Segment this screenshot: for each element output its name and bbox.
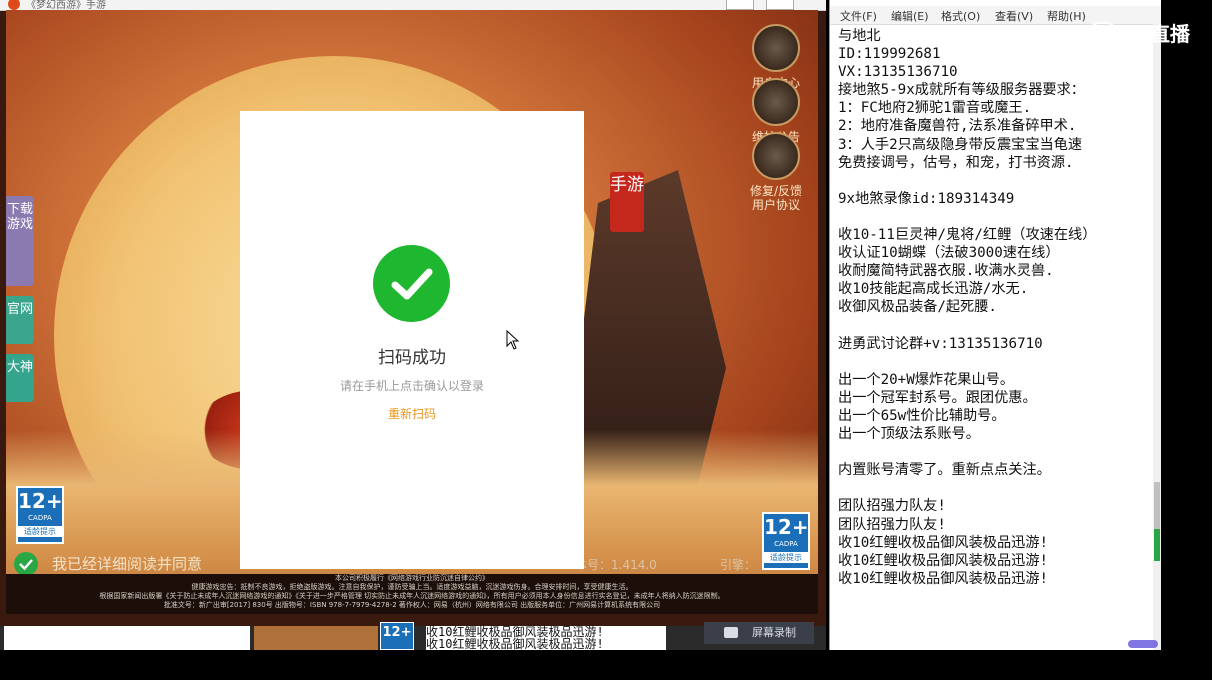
taskbar-cadpa-badge: 12+ [380, 622, 414, 650]
repair-feedback-button[interactable]: 修复/反馈 [748, 132, 804, 199]
close-button[interactable] [766, 0, 794, 10]
official-site-tab[interactable]: 官网 [6, 296, 34, 344]
user-agreement-button[interactable]: 用户协议 [748, 196, 804, 213]
menu-file[interactable]: 文件(F) [840, 8, 877, 24]
scan-confirm-hint: 请在手机上点击确认以登录 [339, 379, 484, 393]
success-check-icon [373, 245, 450, 322]
stream-logo: 直播 [1090, 18, 1200, 46]
dashen-tab[interactable]: 大神 [6, 354, 34, 402]
taskbar-notepad-preview[interactable]: 收10红鲤收极品御风装极品迅游! 收10红鲤收极品御风装极品迅游! [426, 626, 666, 650]
menu-edit[interactable]: 编辑(E) [891, 8, 929, 24]
menu-view[interactable]: 查看(V) [995, 8, 1033, 24]
agreement-checkbox[interactable] [14, 552, 38, 576]
taskbar-blank-window[interactable] [4, 626, 250, 650]
version-text: 本号：1.414.0 [575, 558, 657, 572]
rescan-link[interactable]: 重新扫码 [240, 405, 584, 422]
notepad-text-area[interactable]: 与地北 ID:119992681 VX:13135136710 接地煞5-9x成… [838, 27, 1154, 647]
wrench-icon [752, 132, 800, 180]
game-logo-icon [8, 0, 20, 10]
notepad-scrollbar[interactable] [1153, 24, 1161, 650]
scroll-indicator [1154, 529, 1160, 561]
mouse-cursor-icon [506, 329, 520, 354]
notice-icon [752, 78, 800, 126]
engine-text: 引擎： [720, 558, 757, 572]
overlay-glint [1128, 640, 1158, 648]
cadpa-age-badge-right: 12+ CADPA 适龄提示 [762, 512, 810, 570]
taskbar-game-window[interactable] [254, 626, 378, 650]
stream-logo-icon [1090, 22, 1116, 40]
menu-format[interactable]: 格式(O) [941, 8, 980, 24]
qr-login-dialog: 扫码成功 请在手机上点击确认以登录 重新扫码 [240, 111, 584, 569]
scan-success-title: 扫码成功 [378, 348, 446, 368]
notepad-window: 文件(F) 编辑(E) 格式(O) 查看(V) 帮助(H) 与地北 ID:119… [829, 0, 1161, 650]
game-footer: 本公司积极履行《网络游戏行业防沉迷自律公约》 健康游戏忠告：抵制不良游戏，拒绝盗… [6, 574, 818, 614]
mobile-game-badge: 手游 [610, 172, 644, 232]
agreement-text: 我已经详细阅读并同意 [52, 555, 203, 573]
minimize-button[interactable] [726, 0, 754, 10]
user-center-icon [752, 24, 800, 72]
download-game-tab[interactable]: 下载游戏 [6, 196, 34, 286]
camera-icon [724, 627, 738, 638]
menu-help[interactable]: 帮助(H) [1047, 8, 1086, 24]
cadpa-age-badge-left: 12+ CADPA 适龄提示 [16, 486, 64, 544]
screen-record-button[interactable]: 屏幕录制 [704, 622, 814, 644]
scrollbar-thumb[interactable] [1154, 482, 1160, 532]
